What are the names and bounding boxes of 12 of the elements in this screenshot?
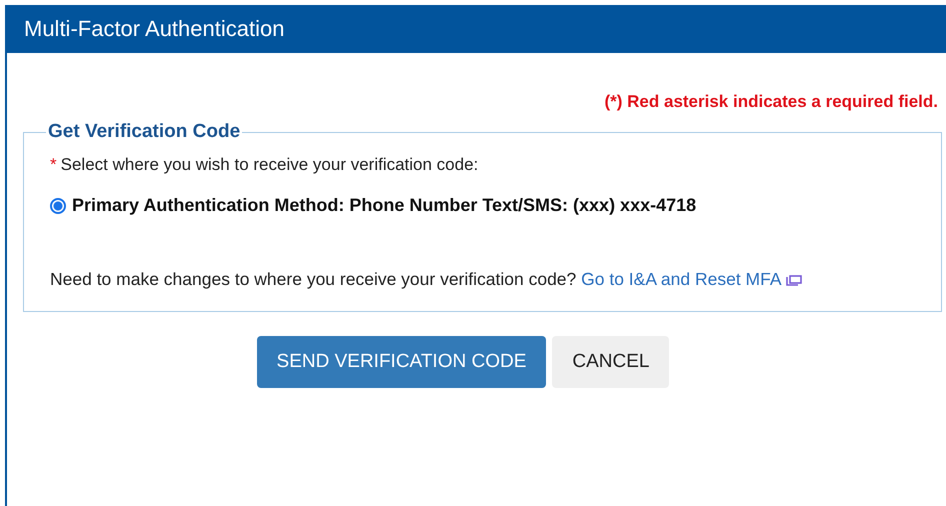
required-note: (*) Red asterisk indicates a required field.	[603, 92, 939, 112]
radio-button[interactable]	[50, 198, 66, 214]
send-code-button[interactable]: SEND VERIFICATION CODE	[256, 336, 546, 388]
section-title: Get Verification Code	[47, 121, 242, 143]
required-asterisk: *	[50, 155, 57, 174]
window-title: Multi-Factor Authentication	[24, 16, 284, 42]
reset-mfa-link[interactable]: Go to I&A and Reset MFA	[581, 269, 782, 289]
cancel-button[interactable]: CANCEL	[552, 336, 670, 388]
new-window-icon	[786, 274, 803, 286]
help-text: Need to make changes to where you receive your verification code? Go to I&A and Reset MFA	[50, 266, 915, 293]
prompt-text: Select where you wish to receive your verification code:	[60, 155, 478, 174]
radio-option[interactable]: Primary Authentication Method: Phone Number Text/SMS: (xxx) xxx-4718	[50, 195, 915, 216]
